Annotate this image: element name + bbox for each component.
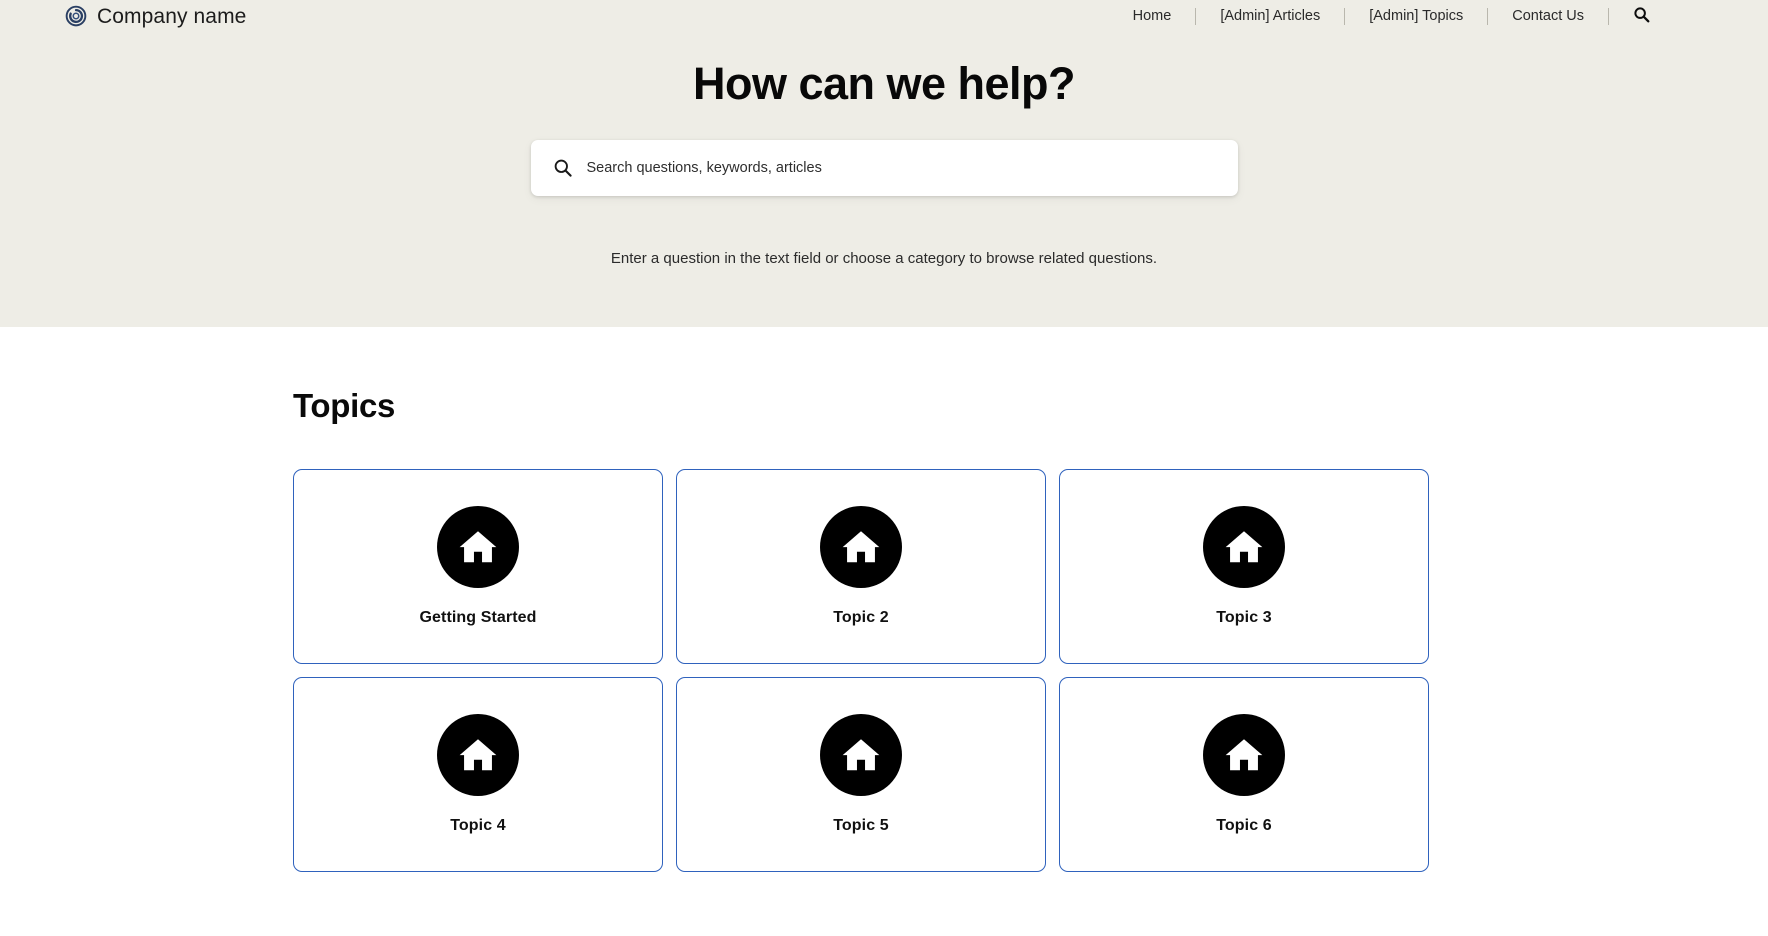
home-icon: [1203, 506, 1285, 588]
topics-section: Topics Getting Started Topic 2 Topic 3 T…: [0, 387, 1768, 872]
hero-section: Company name Home [Admin] Articles [Admi…: [0, 0, 1768, 327]
topics-grid: Getting Started Topic 2 Topic 3 Topic 4 …: [293, 469, 1429, 872]
help-center-page: Company name Home [Admin] Articles [Admi…: [0, 0, 1768, 936]
circle-spiral-logo-icon: [65, 5, 87, 27]
topic-card-label: Topic 6: [1216, 817, 1272, 834]
page-title: How can we help?: [692, 58, 1076, 109]
nav-item-contact-us[interactable]: Contact Us: [1488, 9, 1608, 24]
home-icon: [820, 506, 902, 588]
search-input[interactable]: [586, 139, 1216, 196]
hero-subtitle: Enter a question in the text field or ch…: [610, 249, 1158, 267]
home-icon: [1203, 714, 1285, 796]
main-navigation: Home [Admin] Articles [Admin] Topics Con…: [1109, 6, 1650, 26]
topic-card[interactable]: Topic 3: [1059, 469, 1429, 664]
topic-card[interactable]: Topic 5: [676, 677, 1046, 872]
topic-card[interactable]: Topic 6: [1059, 677, 1429, 872]
site-header: Company name Home [Admin] Articles [Admi…: [0, 0, 1768, 32]
topic-card-label: Topic 4: [450, 817, 506, 834]
topic-card-label: Topic 5: [833, 817, 889, 834]
topics-heading: Topics: [293, 387, 396, 424]
home-icon: [437, 714, 519, 796]
nav-item-admin-articles[interactable]: [Admin] Articles: [1196, 9, 1344, 24]
nav-item-admin-topics[interactable]: [Admin] Topics: [1345, 9, 1487, 24]
search-bar-container: [0, 139, 1768, 196]
home-icon: [437, 506, 519, 588]
topic-card-label: Topic 2: [833, 609, 889, 626]
nav-search-button[interactable]: [1609, 6, 1650, 26]
search-bar[interactable]: [530, 139, 1238, 196]
search-icon: [1633, 6, 1650, 26]
home-icon: [820, 714, 902, 796]
topic-card[interactable]: Topic 2: [676, 469, 1046, 664]
topic-card-label: Getting Started: [419, 609, 537, 626]
topic-card-label: Topic 3: [1216, 609, 1272, 626]
topic-card[interactable]: Getting Started: [293, 469, 663, 664]
nav-item-home[interactable]: Home: [1109, 9, 1196, 24]
brand-logo-link[interactable]: Company name: [65, 5, 246, 27]
brand-name: Company name: [97, 4, 247, 28]
topic-card[interactable]: Topic 4: [293, 677, 663, 872]
search-icon: [553, 158, 573, 178]
